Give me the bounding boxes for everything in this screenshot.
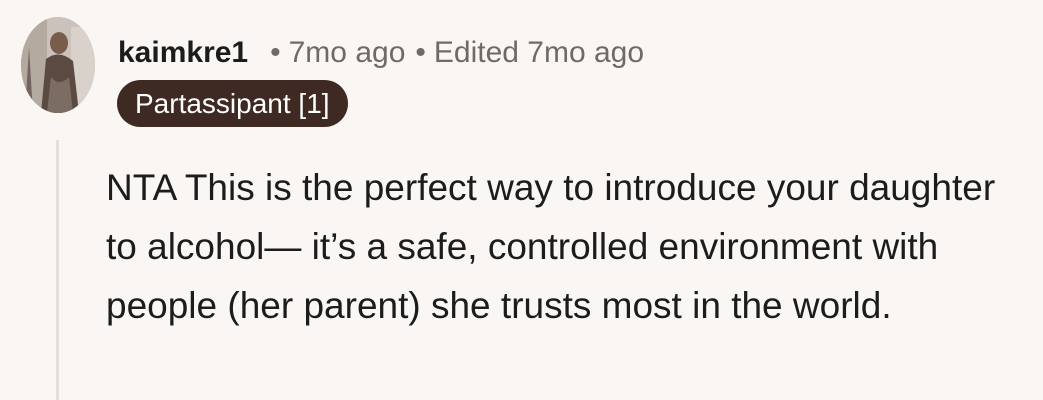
user-avatar-icon[interactable] <box>21 17 95 113</box>
meta-separator: • <box>270 36 281 69</box>
comment: kaimkre1 • 7mo ago • Edited 7mo ago Part… <box>0 0 1043 400</box>
comment-body: NTA This is the perfect way to introduce… <box>106 167 996 326</box>
user-flair-badge: Partassipant [1] <box>117 80 348 127</box>
thread-collapse-line[interactable] <box>56 140 59 400</box>
comment-meta: kaimkre1 • 7mo ago • Edited 7mo ago <box>118 28 644 78</box>
timestamp-link[interactable]: 7mo ago <box>289 36 406 70</box>
username-link[interactable]: kaimkre1 <box>118 36 248 70</box>
meta-separator: • <box>415 36 426 69</box>
edited-label: Edited 7mo ago <box>433 36 645 69</box>
